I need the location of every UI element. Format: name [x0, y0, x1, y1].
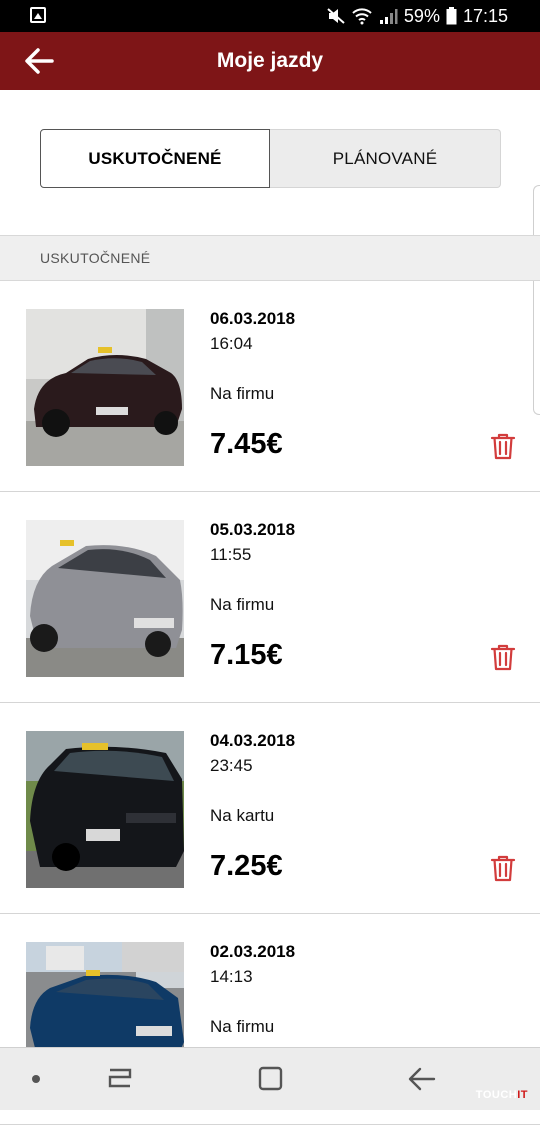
signal-icon — [379, 9, 398, 24]
tab-planned[interactable]: PLÁNOVANÉ — [270, 129, 501, 188]
ride-price: 7.25€ — [210, 850, 283, 882]
back-icon[interactable] — [402, 1062, 442, 1096]
ride-item[interactable]: 04.03.2018 23:45 Na kartu 7.25€ — [0, 703, 540, 914]
battery-icon — [446, 7, 457, 25]
mute-icon — [327, 8, 345, 24]
ride-item[interactable]: 05.03.2018 11:55 Na firmu 7.15€ — [0, 492, 540, 703]
delete-icon[interactable] — [490, 855, 516, 883]
watermark: TOUCHIT — [475, 1089, 528, 1101]
ride-price: 7.15€ — [210, 639, 283, 671]
image-icon — [30, 7, 46, 23]
dot-icon[interactable] — [16, 1062, 56, 1096]
car-photo — [26, 309, 184, 466]
ride-time: 16:04 — [210, 334, 253, 353]
ride-item[interactable]: 06.03.2018 16:04 Na firmu 7.45€ — [0, 281, 540, 492]
ride-time: 14:13 — [210, 967, 253, 986]
section-header: USKUTOČNENÉ — [0, 235, 540, 281]
recent-apps-icon[interactable] — [100, 1062, 140, 1096]
ride-date: 05.03.2018 — [210, 520, 296, 539]
car-photo — [26, 731, 184, 888]
delete-icon[interactable] — [490, 644, 516, 672]
page-title: Moje jazdy — [216, 49, 324, 72]
status-bar: 59% 17:15 — [0, 0, 540, 32]
battery-percent: 59% — [403, 5, 440, 26]
ride-tabs: USKUTOČNENÉ PLÁNOVANÉ — [40, 129, 501, 188]
ride-list: 06.03.2018 16:04 Na firmu 7.45€ 05.03.20… — [0, 281, 540, 1125]
payment-method: Na firmu — [210, 595, 275, 614]
delete-icon[interactable] — [490, 433, 516, 461]
ride-time: 11:55 — [210, 545, 252, 564]
tab-completed[interactable]: USKUTOČNENÉ — [40, 129, 270, 188]
wifi-icon — [352, 8, 372, 25]
ride-date: 06.03.2018 — [210, 309, 296, 328]
clock: 17:15 — [462, 5, 508, 26]
car-photo — [26, 520, 184, 677]
ride-date: 04.03.2018 — [210, 731, 296, 750]
home-icon[interactable] — [250, 1062, 290, 1096]
payment-method: Na firmu — [210, 1017, 275, 1036]
ride-date: 02.03.2018 — [210, 942, 296, 961]
ride-price: 7.45€ — [210, 428, 283, 460]
system-nav-bar: TOUCHIT — [0, 1047, 540, 1110]
app-bar: Moje jazdy — [0, 32, 540, 90]
ride-time: 23:45 — [210, 756, 253, 775]
payment-method: Na kartu — [210, 806, 275, 825]
payment-method: Na firmu — [210, 384, 275, 403]
